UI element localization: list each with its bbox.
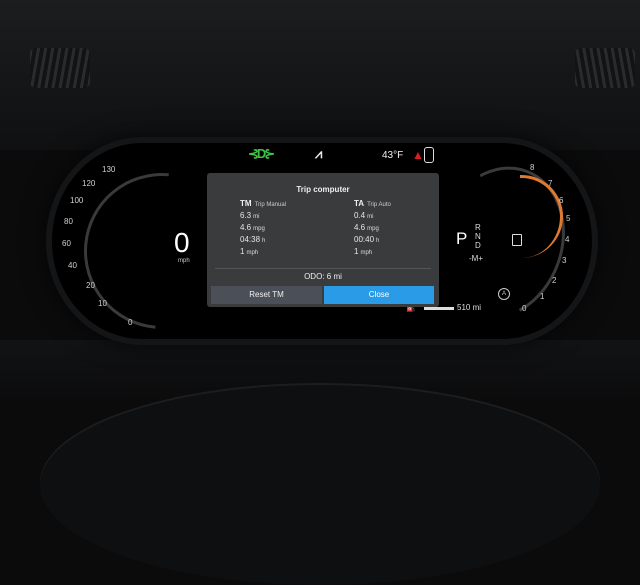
trip-computer-dialog: Trip computer TM Trip Manual 6.3 mi 4.6 mpg… <box>207 173 439 307</box>
auto-start-stop-icon: A <box>498 288 510 300</box>
close-button[interactable]: Close <box>324 286 434 304</box>
trip-distance: 6.3 mi <box>240 211 260 220</box>
speed-tick: 10 <box>98 299 107 308</box>
lane-assist-icon: ⩘ <box>315 146 323 161</box>
trip-avg-speed: 1 mph <box>240 247 259 256</box>
rpm-tick: 3 <box>562 256 567 265</box>
range-value: 510 mi <box>457 303 482 312</box>
odometer-label: ODO: <box>304 272 325 281</box>
left-vent <box>30 48 90 88</box>
rpm-tick: 1 <box>540 292 545 301</box>
trip-auto-column: TA Trip Auto 0.4 mi 4.6 mpg 00:40 h 1 mph <box>354 199 439 259</box>
rpm-tick: 6 <box>559 196 564 205</box>
car-door-icon <box>424 147 434 163</box>
divider <box>215 268 431 269</box>
rpm-tick: 5 <box>566 214 571 223</box>
seatbelt-warning-icon: ▲ <box>412 148 424 162</box>
trip-time: 00:40 h <box>354 235 380 244</box>
rpm-tick: 2 <box>552 276 557 285</box>
current-speed: 0 <box>174 227 190 258</box>
trip-manual-header: TM Trip Manual <box>240 199 340 211</box>
battery-icon <box>512 234 522 246</box>
reset-tm-button[interactable]: Reset TM <box>211 286 322 304</box>
rpm-tick: 7 <box>548 179 553 188</box>
speed-tick: 80 <box>64 217 73 226</box>
trip-manual-column: TM Trip Manual 6.3 mi 4.6 mpg 04:38 h 1 mph <box>240 199 340 259</box>
speed-tick: 20 <box>86 281 95 290</box>
trip-code: TA <box>354 199 365 208</box>
trip-code: TM <box>240 199 252 208</box>
trip-time: 04:38 h <box>240 235 266 244</box>
trip-auto-header: TA Trip Auto <box>354 199 439 211</box>
gear-option: R <box>475 223 481 232</box>
trip-label: Trip Auto <box>367 202 391 208</box>
gear-option: N <box>475 232 481 241</box>
auto-high-beam-icon: ⊰D⊱ <box>248 146 275 161</box>
odometer-unit: mi <box>333 272 342 281</box>
fuel-level-bar <box>424 307 454 310</box>
speed-unit: mph <box>178 258 190 264</box>
speed-tick: 60 <box>62 239 71 248</box>
rpm-tick: 8 <box>530 163 535 172</box>
outside-temperature: 43°F <box>382 150 404 161</box>
current-gear: P <box>456 229 468 248</box>
rpm-tick: 4 <box>565 235 570 244</box>
speed-tick: 120 <box>82 179 96 188</box>
rpm-tick: 0 <box>522 304 527 313</box>
indicator-bar: ⊰D⊱ ⩘ 43°F ▲ <box>52 146 592 166</box>
dashboard-hood <box>0 0 640 150</box>
trip-economy: 4.6 mpg <box>354 223 379 232</box>
instrument-cluster: ⊰D⊱ ⩘ 43°F ▲ 0 10 20 40 60 80 100 120 13… <box>52 143 592 339</box>
speed-tick: 0 <box>128 318 133 327</box>
trip-avg-speed: 1 mph <box>354 247 373 256</box>
speed-tick: 40 <box>68 261 77 270</box>
trip-economy: 4.6 mpg <box>240 223 265 232</box>
trip-label: Trip Manual <box>254 202 287 208</box>
steering-wheel <box>40 385 600 585</box>
dialog-title: Trip computer <box>296 185 350 194</box>
right-vent <box>575 48 635 88</box>
speed-tick: 130 <box>102 165 116 174</box>
gear-option: D <box>475 241 481 250</box>
gear-options: R N D <box>475 223 481 250</box>
trip-distance: 0.4 mi <box>354 211 374 220</box>
odometer-value: 6 <box>326 272 332 281</box>
manual-mode-indicator: -M+ <box>469 254 483 263</box>
odometer: ODO: 6 mi <box>207 272 439 281</box>
speed-tick: 100 <box>70 196 84 205</box>
